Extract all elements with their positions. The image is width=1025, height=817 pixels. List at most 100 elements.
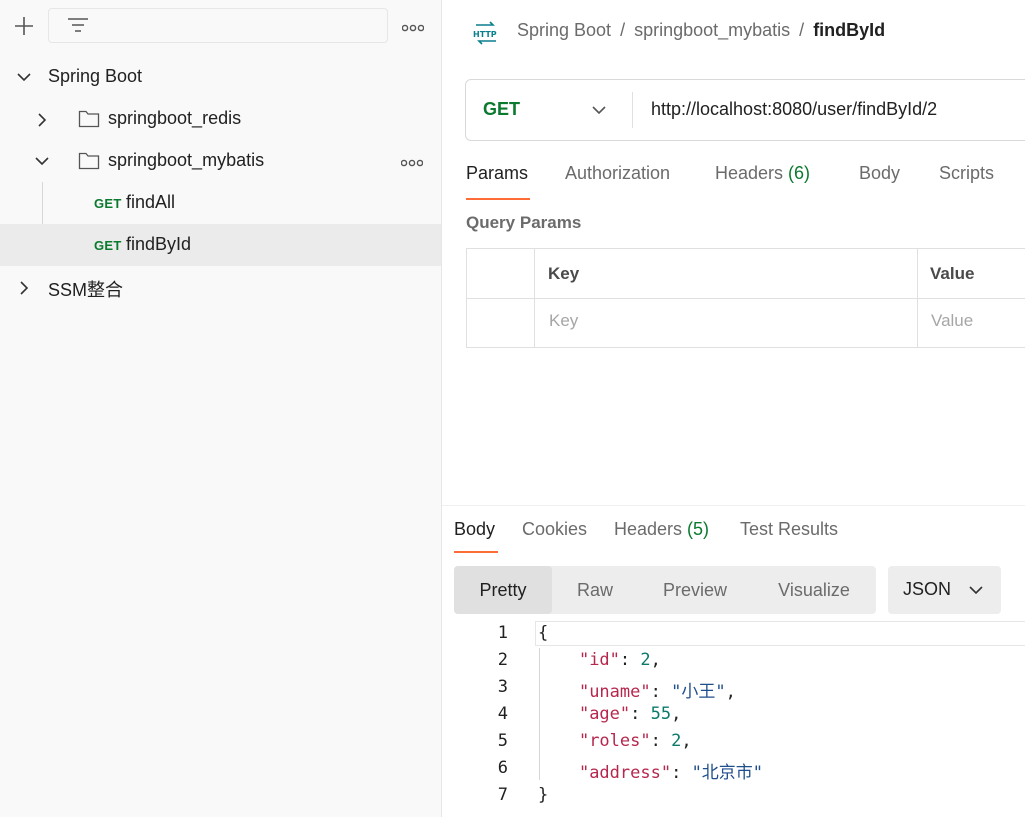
code-line: } — [538, 785, 549, 805]
response-body-editor[interactable]: 1 { 2 "id": 2, 3 "uname": "小王", 4 "age":… — [442, 620, 1025, 817]
line-number: 5 — [497, 731, 508, 751]
json-comma: , — [681, 731, 692, 751]
current-line-highlight — [535, 621, 1025, 646]
tab-headers-label: Headers — [715, 163, 789, 183]
view-raw[interactable]: Raw — [552, 566, 638, 614]
tab-test-results[interactable]: Test Results — [740, 519, 838, 540]
tab-body[interactable]: Body — [859, 163, 900, 184]
json-key: "id" — [578, 650, 620, 670]
breadcrumb-separator: / — [799, 20, 805, 40]
format-value: JSON — [903, 579, 952, 599]
chevron-right-icon[interactable] — [16, 279, 32, 297]
method-select[interactable]: GET — [466, 80, 632, 140]
json-value: "北京市" — [691, 763, 764, 783]
more-options-icon[interactable] — [401, 20, 425, 38]
line-number: 7 — [497, 785, 508, 805]
active-tab-indicator — [454, 551, 498, 553]
tab-headers[interactable]: Headers (6) — [715, 163, 810, 184]
svg-text:HTTP: HTTP — [473, 30, 497, 39]
format-select[interactable]: JSON — [888, 566, 1001, 614]
folder-springboot-redis[interactable]: springboot_redis — [0, 98, 441, 140]
tab-headers-count: (6) — [788, 163, 811, 183]
row-divider — [467, 298, 1025, 299]
pane-divider[interactable] — [442, 505, 1025, 506]
method-value: GET — [483, 99, 521, 119]
request-find-by-id[interactable]: GET findById — [0, 224, 441, 266]
active-tab-indicator — [466, 198, 530, 200]
chevron-down-icon[interactable] — [15, 69, 33, 85]
tab-response-headers[interactable]: Headers (5) — [614, 519, 709, 540]
collection-spring-boot[interactable]: Spring Boot — [0, 56, 441, 98]
tab-scripts[interactable]: Scripts — [939, 163, 994, 184]
breadcrumb-separator: / — [620, 20, 626, 40]
json-key: "uname" — [578, 682, 651, 702]
line-number: 1 — [497, 623, 508, 643]
line-number: 4 — [497, 704, 508, 724]
code-line: { — [538, 623, 549, 643]
method-badge: GET — [94, 238, 122, 253]
breadcrumb-collection[interactable]: Spring Boot — [517, 20, 611, 40]
chevron-down-icon — [969, 586, 983, 595]
url-input[interactable]: http://localhost:8080/user/findById/2 — [651, 99, 937, 120]
sidebar: Spring Boot springboot_redis springboot_… — [0, 0, 442, 817]
tab-headers-count: (5) — [687, 519, 710, 539]
collection-label: Spring Boot — [48, 66, 143, 86]
method-badge: GET — [94, 196, 122, 211]
folder-label: springboot_mybatis — [108, 150, 265, 170]
line-number: 6 — [497, 758, 508, 778]
tab-headers-label: Headers — [614, 519, 688, 539]
request-editor: HTTP Spring Boot / springboot_mybatis / find… — [442, 0, 1025, 817]
json-comma: , — [671, 704, 682, 724]
code-line: "address": "北京市" — [578, 763, 764, 783]
http-request-icon: HTTP — [473, 21, 497, 45]
json-comma: , — [650, 650, 661, 670]
view-preview[interactable]: Preview — [638, 566, 752, 614]
view-pretty[interactable]: Pretty — [454, 566, 552, 614]
request-label: findAll — [126, 192, 176, 212]
json-value: 55 — [650, 704, 672, 724]
collection-ssm[interactable]: SSM整合 — [0, 266, 441, 308]
param-value-input[interactable]: Value — [931, 311, 973, 331]
breadcrumb: Spring Boot / springboot_mybatis / findById — [517, 20, 885, 41]
folder-springboot-mybatis[interactable]: springboot_mybatis — [0, 140, 441, 182]
code-line: "uname": "小王", — [578, 682, 736, 702]
line-number: 3 — [497, 677, 508, 697]
filter-input[interactable] — [48, 8, 388, 43]
url-bar: GET http://localhost:8080/user/findById/… — [465, 79, 1025, 141]
query-params-title: Query Params — [466, 213, 582, 232]
breadcrumb-request[interactable]: findById — [813, 20, 885, 40]
chevron-down-icon[interactable] — [33, 153, 51, 169]
json-key: "address" — [578, 763, 672, 783]
param-key-input[interactable]: Key — [549, 311, 578, 331]
request-label: findById — [126, 234, 192, 254]
new-item-icon[interactable] — [12, 14, 36, 38]
filter-icon — [68, 18, 88, 32]
json-key: "age" — [578, 704, 631, 724]
json-value: 2 — [640, 650, 651, 670]
divider — [632, 92, 633, 128]
chevron-right-icon[interactable] — [34, 111, 50, 129]
request-find-all[interactable]: GET findAll — [0, 182, 441, 224]
folder-icon — [78, 110, 100, 128]
column-header-key: Key — [548, 264, 580, 283]
breadcrumb-folder[interactable]: springboot_mybatis — [634, 20, 790, 40]
tab-authorization[interactable]: Authorization — [565, 163, 670, 184]
more-options-icon[interactable] — [401, 158, 423, 168]
json-key: "roles" — [578, 731, 651, 751]
tab-response-body[interactable]: Body — [454, 519, 495, 540]
tab-cookies[interactable]: Cookies — [522, 519, 587, 540]
line-number: 2 — [497, 650, 508, 670]
collection-label: SSM整合 — [48, 280, 124, 300]
code-line: "roles": 2, — [578, 731, 692, 751]
query-params-table: Key Value Key Value — [466, 248, 1025, 348]
folder-icon — [78, 152, 100, 170]
view-mode-selector: Pretty Raw Preview Visualize — [454, 566, 876, 614]
json-comma: , — [725, 682, 736, 702]
column-header-value: Value — [930, 264, 975, 283]
folder-label: springboot_redis — [108, 108, 242, 128]
json-value: "小王" — [671, 682, 726, 702]
json-value: 2 — [671, 731, 682, 751]
tab-params[interactable]: Params — [466, 163, 528, 184]
chevron-down-icon — [592, 106, 606, 115]
view-visualize[interactable]: Visualize — [752, 566, 876, 614]
